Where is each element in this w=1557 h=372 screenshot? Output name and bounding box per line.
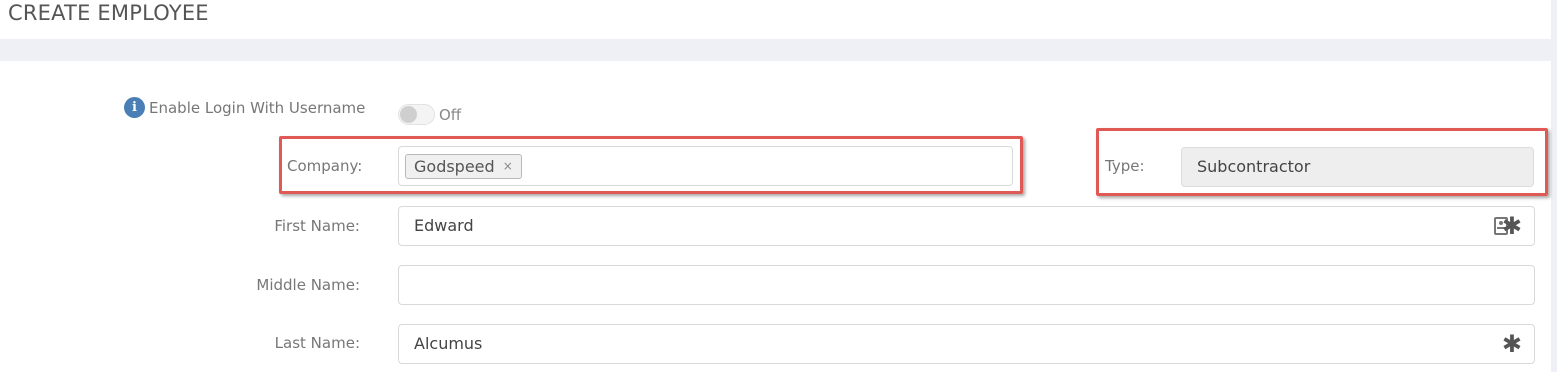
scroll-gutter	[1551, 0, 1557, 372]
type-highlight-box	[1096, 128, 1548, 196]
page-header: CREATE EMPLOYEE	[0, 0, 1551, 39]
last-name-label: Last Name:	[274, 334, 360, 352]
required-icon: ✱	[1501, 330, 1522, 358]
enable-login-label: Enable Login With Username	[149, 99, 366, 117]
toggle-knob	[400, 106, 417, 123]
toggle-state-label: Off	[439, 106, 462, 124]
middle-name-input[interactable]	[398, 265, 1535, 305]
enable-login-toggle[interactable]	[398, 104, 435, 125]
last-name-value: Alcumus	[414, 334, 483, 353]
company-highlight-box	[279, 136, 1023, 194]
middle-name-label: Middle Name:	[256, 276, 360, 294]
page-title: CREATE EMPLOYEE	[8, 1, 209, 25]
first-name-input[interactable]: Edward ✱	[398, 206, 1535, 246]
first-name-value: Edward	[414, 216, 474, 235]
last-name-input[interactable]: Alcumus ✱	[398, 324, 1535, 364]
first-name-label: First Name:	[274, 217, 360, 235]
info-icon[interactable]: i	[124, 97, 145, 118]
required-icon: ✱	[1501, 212, 1522, 240]
section-divider	[0, 39, 1557, 61]
